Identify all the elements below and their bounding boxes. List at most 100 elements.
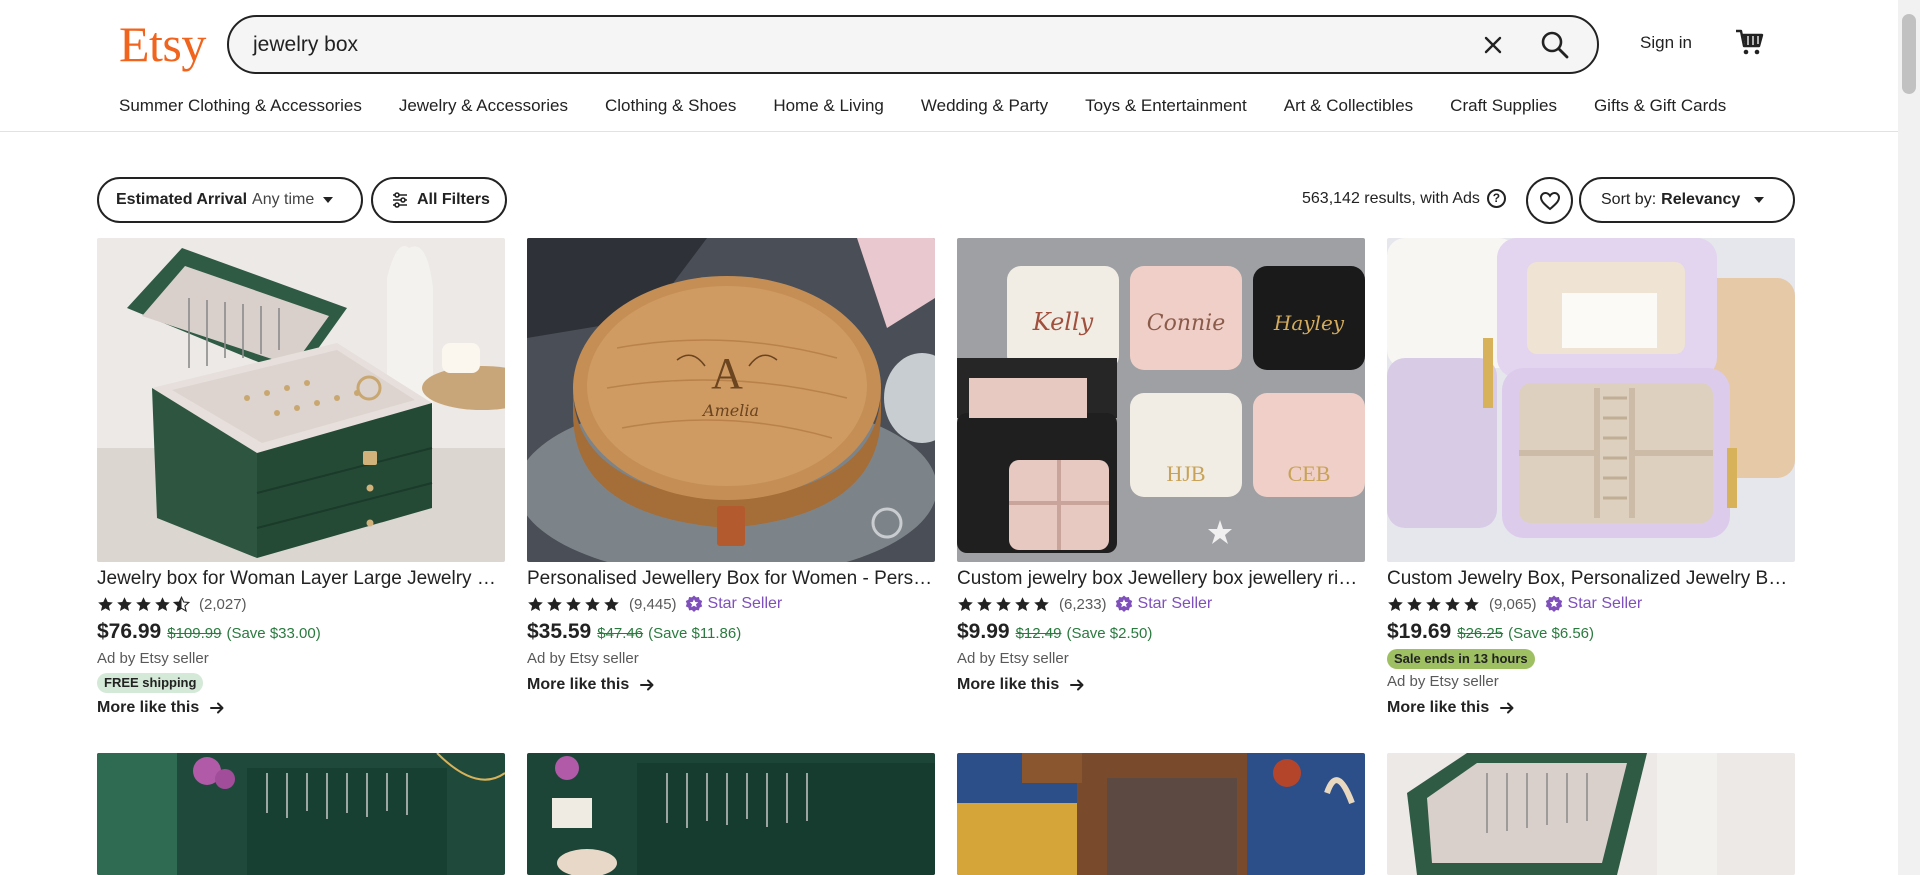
star-rating xyxy=(957,596,1052,613)
more-like-this-label: More like this xyxy=(1387,699,1490,716)
star-icon xyxy=(1033,596,1050,613)
free-shipping-badge: FREE shipping xyxy=(97,673,204,693)
heart-icon xyxy=(1539,191,1560,210)
product-image-green-velvet-box[interactable] xyxy=(97,753,505,875)
sale-price: $35.59 xyxy=(527,620,592,643)
star-icon xyxy=(1014,596,1031,613)
results-count: 563,142 results, with Ads ? xyxy=(1302,189,1506,208)
star-seller-icon xyxy=(1115,595,1133,613)
name-kelly: Kelly xyxy=(1032,308,1094,336)
product-title[interactable]: Personalised Jewellery Box for Women - P… xyxy=(527,566,935,592)
shopping-cart-icon[interactable] xyxy=(1734,26,1766,58)
star-icon xyxy=(976,596,993,613)
category-art[interactable]: Art & Collectibles xyxy=(1284,95,1413,117)
product-card[interactable]: Custom Jewelry Box, Personalized Jewelry… xyxy=(1387,238,1795,717)
star-rating xyxy=(97,596,192,613)
star-seller-label: Star Seller xyxy=(1137,595,1213,612)
ad-label: Ad by Etsy seller xyxy=(97,650,209,667)
all-filters-label: All Filters xyxy=(417,191,490,208)
product-image-wooden-box-blue[interactable] xyxy=(957,753,1365,875)
star-icon xyxy=(154,596,171,613)
star-icon xyxy=(527,596,544,613)
estimated-arrival-filter[interactable]: Estimated Arrival Any time xyxy=(97,177,363,223)
category-nav: Summer Clothing & Accessories Jewelry & … xyxy=(119,95,1763,117)
star-seller-badge: Star Seller xyxy=(1115,595,1213,613)
ad-label: Ad by Etsy seller xyxy=(1387,673,1499,690)
scrollbar-thumb[interactable] xyxy=(1902,14,1916,94)
price-row: $76.99 $109.99 (Save $33.00) xyxy=(97,620,505,646)
review-count: (9,445) xyxy=(629,595,677,613)
original-price: $47.46 xyxy=(597,625,644,642)
ad-label: Ad by Etsy seller xyxy=(957,650,1069,667)
page-scrollbar[interactable] xyxy=(1898,0,1920,875)
category-jewelry[interactable]: Jewelry & Accessories xyxy=(399,95,568,117)
category-wedding-party[interactable]: Wedding & Party xyxy=(921,95,1048,117)
star-seller-badge: Star Seller xyxy=(685,595,783,613)
name-hayley: Hayley xyxy=(1273,311,1345,335)
sale-price: $76.99 xyxy=(97,620,162,643)
search-input[interactable]: jewelry box xyxy=(253,32,358,58)
product-image-green-velvet-box-2[interactable] xyxy=(527,753,935,875)
original-price: $109.99 xyxy=(167,625,222,642)
category-clothing-shoes[interactable]: Clothing & Shoes xyxy=(605,95,736,117)
sign-in-link[interactable]: Sign in xyxy=(1640,33,1692,53)
product-image-travel-jewelry-boxes[interactable]: Kelly Connie Hayley HJB CEB xyxy=(957,238,1365,562)
sale-ends-badge: Sale ends in 13 hours xyxy=(1387,649,1535,669)
more-like-this-link[interactable]: More like this xyxy=(1387,699,1795,717)
product-card[interactable]: Kelly Connie Hayley HJB CEB Custom jewel… xyxy=(957,238,1365,694)
product-title[interactable]: Jewelry box for Woman Layer Large Jewelr… xyxy=(97,566,505,592)
star-icon xyxy=(1444,596,1461,613)
star-icon xyxy=(116,596,133,613)
price-row: $9.99 $12.49 (Save $2.50) xyxy=(957,620,1365,646)
savings: (Save $11.86) xyxy=(648,625,742,642)
star-icon xyxy=(135,596,152,613)
star-icon xyxy=(97,596,114,613)
more-like-this-link[interactable]: More like this xyxy=(957,676,1365,694)
etsy-logo[interactable]: Etsy xyxy=(119,14,206,74)
category-gifts[interactable]: Gifts & Gift Cards xyxy=(1594,95,1726,117)
star-seller-icon xyxy=(1545,595,1563,613)
caret-down-icon xyxy=(1754,197,1765,203)
arrival-label: Estimated Arrival xyxy=(116,191,248,208)
star-seller-label: Star Seller xyxy=(707,595,783,612)
sale-price: $9.99 xyxy=(957,620,1010,643)
product-rating: (2,027) xyxy=(97,593,505,615)
category-toys[interactable]: Toys & Entertainment xyxy=(1085,95,1247,117)
product-image-green-jewelry-box[interactable] xyxy=(97,238,505,562)
clear-search-icon[interactable] xyxy=(1479,31,1507,59)
category-home-living[interactable]: Home & Living xyxy=(773,95,884,117)
more-like-this-label: More like this xyxy=(957,676,1060,693)
help-icon[interactable]: ? xyxy=(1486,189,1506,208)
product-title[interactable]: Custom Jewelry Box, Personalized Jewelry… xyxy=(1387,566,1795,592)
product-title[interactable]: Custom jewelry box Jewellery box jewelle… xyxy=(957,566,1365,592)
more-like-this-link[interactable]: More like this xyxy=(527,676,935,694)
star-icon xyxy=(584,596,601,613)
more-like-this-link[interactable]: More like this xyxy=(97,699,505,717)
product-card[interactable]: Jewelry box for Woman Layer Large Jewelr… xyxy=(97,238,505,717)
original-price: $12.49 xyxy=(1015,625,1062,642)
review-count: (2,027) xyxy=(199,595,247,613)
category-craft-supplies[interactable]: Craft Supplies xyxy=(1450,95,1557,117)
sort-label: Sort by: xyxy=(1601,191,1657,208)
price-row: $35.59 $47.46 (Save $11.86) xyxy=(527,620,935,646)
sort-dropdown[interactable]: Sort by: Relevancy xyxy=(1579,177,1795,223)
savings: (Save $2.50) xyxy=(1066,625,1153,642)
sort-value: Relevancy xyxy=(1661,191,1741,208)
save-search-button[interactable] xyxy=(1526,177,1573,224)
filter-sliders-icon xyxy=(393,192,407,208)
star-seller-label: Star Seller xyxy=(1567,595,1643,612)
star-icon xyxy=(957,596,974,613)
search-icon[interactable] xyxy=(1539,29,1571,61)
product-image-green-jewelry-box-2[interactable] xyxy=(1387,753,1795,875)
all-filters-button[interactable]: All Filters xyxy=(371,177,507,223)
star-icon xyxy=(603,596,620,613)
product-image-wooden-round-box[interactable]: A Amelia xyxy=(527,238,935,562)
more-like-this-label: More like this xyxy=(527,676,630,693)
search-bar[interactable]: jewelry box xyxy=(227,15,1599,74)
product-card[interactable]: A Amelia Personalised Jewellery Box for … xyxy=(527,238,935,694)
product-image-pastel-jewelry-case[interactable] xyxy=(1387,238,1795,562)
star-icon xyxy=(565,596,582,613)
name-connie: Connie xyxy=(1147,311,1225,336)
category-summer-clothing[interactable]: Summer Clothing & Accessories xyxy=(119,95,362,117)
review-count: (9,065) xyxy=(1489,595,1537,613)
